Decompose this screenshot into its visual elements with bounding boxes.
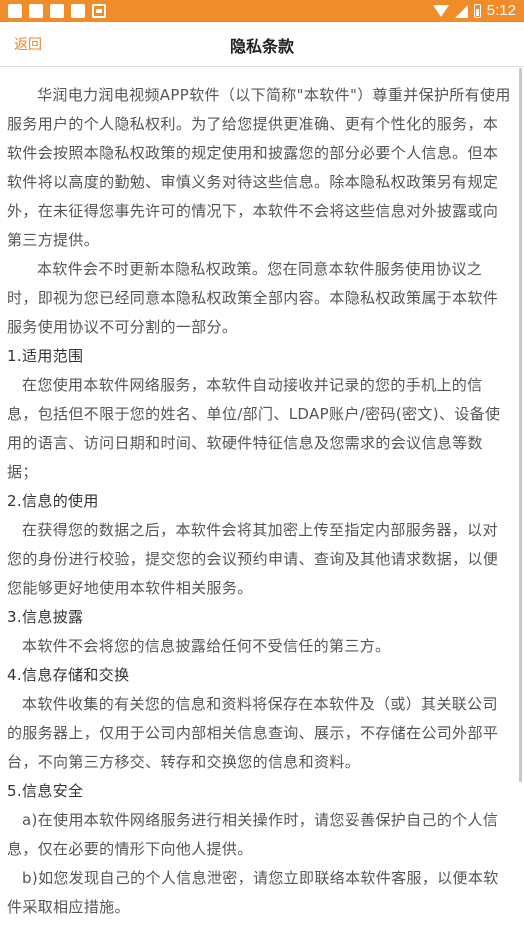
section-heading: 5.信息安全 xyxy=(7,782,84,800)
notification-icon xyxy=(71,4,85,18)
page-title: 隐私条款 xyxy=(229,37,294,56)
section-body: 本软件不会将您的信息披露给任何不受信任的第三方。 xyxy=(22,637,391,655)
notification-icon xyxy=(8,4,22,18)
intro-paragraph: 华润电力润电视频APP软件（以下简称"本软件"）尊重并保护所有使用服务用户的个人… xyxy=(7,86,511,249)
section-heading: 1.适用范围 xyxy=(7,347,84,365)
notification-icons xyxy=(8,4,106,18)
status-time: 5:12 xyxy=(486,2,516,19)
scrollbar[interactable] xyxy=(519,68,522,782)
intro-paragraph: 本软件会不时更新本隐私权政策。您在同意本软件服务使用协议之时，即视为您已经同意本… xyxy=(7,260,499,336)
notification-icon xyxy=(29,4,43,18)
system-icons: 5:12 xyxy=(432,2,516,20)
section-body: 在您使用本软件网络服务，本软件自动接收并记录的您的手机上的信息，包括但不限于您的… xyxy=(7,376,501,481)
notification-icon xyxy=(92,4,106,18)
signal-icon xyxy=(454,4,468,18)
section-body: 在获得您的数据之后，本软件会将其加密上传至指定内部服务器，以对您的身份进行校验，… xyxy=(7,521,499,597)
section-heading: 3.信息披露 xyxy=(7,608,84,626)
section-heading: 4.信息存储和交换 xyxy=(7,666,130,684)
status-bar: 5:12 xyxy=(0,0,524,22)
privacy-content[interactable]: 华润电力润电视频APP软件（以下简称"本软件"）尊重并保护所有使用服务用户的个人… xyxy=(0,67,520,932)
section-body: b)如您发现自己的个人信息泄密，请您立即联络本软件客服，以便本软件采取相应措施。 xyxy=(7,869,499,916)
section-body: 本软件收集的有关您的信息和资料将保存在本软件及（或）其关联公司的服务器上，仅用于… xyxy=(7,695,499,771)
wifi-icon xyxy=(432,5,449,17)
notification-icon xyxy=(50,4,64,18)
section-body: a)在使用本软件网络服务进行相关操作时，请您妥善保护自己的个人信息，仅在必要的情… xyxy=(7,811,499,858)
battery-icon xyxy=(473,4,481,18)
section-heading: 2.信息的使用 xyxy=(7,492,99,510)
nav-bar: 返回 隐私条款 xyxy=(0,22,524,67)
